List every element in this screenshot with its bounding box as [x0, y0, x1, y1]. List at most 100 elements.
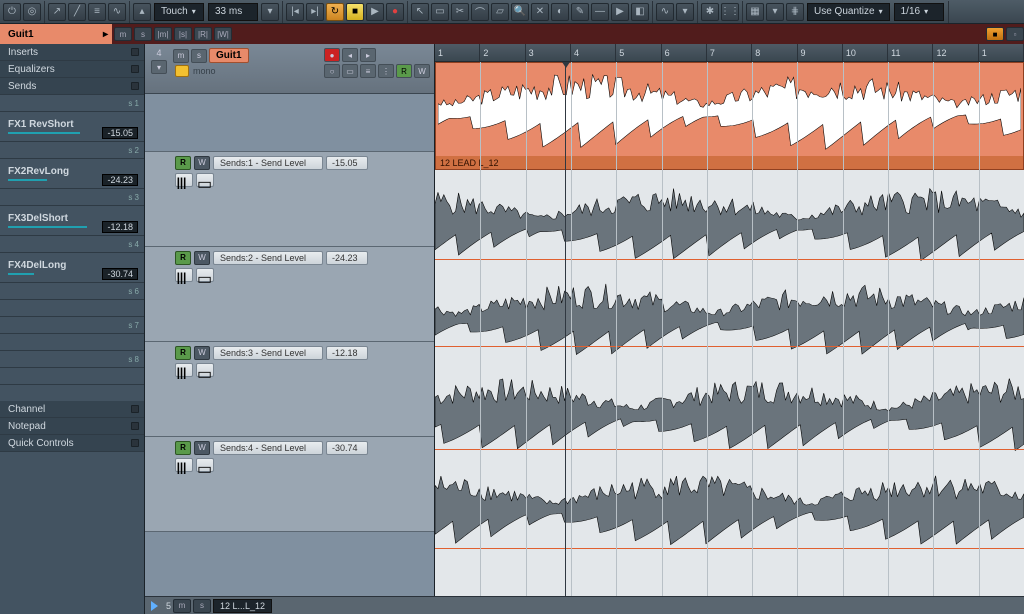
send-empty-body[interactable]	[0, 300, 144, 317]
lane-tool-a[interactable]: Ⅲ	[175, 458, 193, 472]
scroll-indicator-icon[interactable]	[151, 601, 158, 611]
write-auto-button[interactable]: W	[414, 64, 430, 78]
lock-button[interactable]: ≡	[360, 64, 376, 78]
automation-value[interactable]: -15.05	[326, 156, 368, 170]
read-auto-button[interactable]: R	[396, 64, 412, 78]
record-icon[interactable]: ●	[386, 3, 404, 21]
audio-clip[interactable]: 12 LEAD L_12	[435, 62, 1024, 170]
inspector-inserts[interactable]: Inserts	[0, 44, 144, 61]
track-solo-button[interactable]: s	[191, 49, 207, 63]
automation-value[interactable]: -30.74	[326, 441, 368, 455]
glue-icon[interactable]: ⌒	[471, 3, 489, 21]
send-fx2[interactable]: FX2RevLong -24.23	[0, 159, 144, 189]
automation-lane[interactable]	[435, 177, 1024, 272]
menu-button[interactable]: ▸	[360, 48, 376, 62]
tool-curve-icon[interactable]: ∿	[108, 3, 126, 21]
automation-lane[interactable]	[435, 272, 1024, 367]
bottom-clip-name[interactable]: 12 L...L_12	[213, 599, 272, 613]
range-tool-icon[interactable]: ▭	[431, 3, 449, 21]
track-header[interactable]: 4 ▾ m s Guit1 mono ● ◂ ▸	[145, 44, 434, 94]
automation-lane-header[interactable]: R W Sends:1 - Send Level -15.05 Ⅲ ▭	[145, 152, 434, 247]
lane-tool-a[interactable]: Ⅲ	[175, 363, 193, 377]
automation-value[interactable]: -24.23	[326, 251, 368, 265]
read-button[interactable]: R	[175, 346, 191, 360]
inspector-quick-controls[interactable]: Quick Controls	[0, 435, 144, 452]
dropdown-icon[interactable]: ▾	[676, 3, 694, 21]
mute-tool-icon[interactable]: ✕	[531, 3, 549, 21]
automation-parameter[interactable]: Sends:3 - Send Level	[213, 346, 323, 360]
ruler[interactable]: 1234567891011121	[435, 44, 1024, 62]
transport-end-icon[interactable]: ▸|	[306, 3, 324, 21]
quantize-value-select[interactable]: 1/16	[894, 3, 944, 21]
monitor-button[interactable]: ◂	[342, 48, 358, 62]
lane-tool-a[interactable]: Ⅲ	[175, 268, 193, 282]
automation-up-icon[interactable]: ▴	[133, 3, 151, 21]
grid-icon[interactable]: ▦	[746, 3, 764, 21]
read-button[interactable]: R	[175, 156, 191, 170]
track-name-label[interactable]: Guit1	[209, 48, 249, 63]
send-fx4[interactable]: FX4DelLong -30.74	[0, 253, 144, 283]
timewarp-icon[interactable]: ◐	[551, 3, 569, 21]
bottom-solo[interactable]: s	[193, 599, 211, 613]
send-empty-slot[interactable]: s 7	[0, 317, 144, 334]
automation-lane-header[interactable]: R W Sends:2 - Send Level -24.23 Ⅲ ▭	[145, 247, 434, 342]
track-expand-icon[interactable]: ▾	[151, 60, 167, 74]
inspector-channel[interactable]: Channel	[0, 401, 144, 418]
lane-tool-a[interactable]: Ⅲ	[175, 173, 193, 187]
lane-tool-b[interactable]: ▭	[196, 268, 214, 282]
line-tool-icon[interactable]: —	[591, 3, 609, 21]
automation-parameter[interactable]: Sends:1 - Send Level	[213, 156, 323, 170]
tool-line-icon[interactable]: ╱	[68, 3, 86, 21]
play-icon[interactable]: ▶	[366, 3, 384, 21]
automation-lane-header[interactable]: R W Sends:3 - Send Level -12.18 Ⅲ ▭	[145, 342, 434, 437]
bottom-mute[interactable]: m	[173, 599, 191, 613]
send-fx3[interactable]: FX3DelShort -12.18	[0, 206, 144, 236]
wave-icon[interactable]: ∿	[656, 3, 674, 21]
arrange-area[interactable]: 1234567891011121 12 LEAD L_12	[435, 44, 1024, 614]
automation-lane-header[interactable]: R W Sends:4 - Send Level -30.74 Ⅲ ▭	[145, 437, 434, 532]
tool-split-icon[interactable]: ≡	[88, 3, 106, 21]
inspector-notepad[interactable]: Notepad	[0, 418, 144, 435]
arrow-tool-icon[interactable]: ↖	[411, 3, 429, 21]
automation-lane[interactable]	[435, 462, 1024, 557]
indicator-a[interactable]: ■	[986, 27, 1004, 41]
write-button[interactable]: W	[194, 346, 210, 360]
record-enable-button[interactable]: ●	[324, 48, 340, 62]
scissors-icon[interactable]: ✂	[451, 3, 469, 21]
zoom-icon[interactable]: 🔍	[511, 3, 529, 21]
send-empty-body[interactable]	[0, 334, 144, 351]
selected-track-name[interactable]: Guit1	[0, 24, 112, 44]
write-button[interactable]: W	[194, 441, 210, 455]
lanes-button[interactable]: ⋮	[378, 64, 394, 78]
lane-tool-b[interactable]: ▭	[196, 173, 214, 187]
input-button[interactable]: ○	[324, 64, 340, 78]
inspector-equalizers[interactable]: Equalizers	[0, 61, 144, 78]
freeze-button[interactable]: ▭	[342, 64, 358, 78]
quantize-select[interactable]: Use Quantize	[807, 3, 890, 21]
color-tool-icon[interactable]: ◧	[631, 3, 649, 21]
solo-button[interactable]: s	[134, 27, 152, 41]
automation-lane[interactable]	[435, 367, 1024, 462]
target-icon[interactable]: ◎	[23, 3, 41, 21]
automation-value[interactable]: -12.18	[326, 346, 368, 360]
lane-tool-b[interactable]: ▭	[196, 363, 214, 377]
inspector-sends[interactable]: Sends	[0, 78, 144, 95]
power-icon[interactable]: ⏻	[3, 3, 21, 21]
indicator-b[interactable]: ▫	[1006, 27, 1024, 41]
draw-tool-icon[interactable]: ✎	[571, 3, 589, 21]
automation-down-icon[interactable]: ▾	[261, 3, 279, 21]
send-fx1[interactable]: FX1 RevShort -15.05	[0, 112, 144, 142]
snap-icon[interactable]: ✱	[701, 3, 719, 21]
grid-type-icon[interactable]: ⋕	[786, 3, 804, 21]
send-empty-slot[interactable]: s 8	[0, 351, 144, 368]
write-button[interactable]: W	[194, 156, 210, 170]
write-button[interactable]: W	[194, 251, 210, 265]
send-empty-body[interactable]	[0, 368, 144, 385]
snap-type-icon[interactable]: ⋮⋮	[721, 3, 739, 21]
mute-button[interactable]: m	[114, 27, 132, 41]
read-button[interactable]: R	[175, 441, 191, 455]
read-button[interactable]: R	[175, 251, 191, 265]
send-empty-slot[interactable]: s 6	[0, 283, 144, 300]
playhead[interactable]	[565, 62, 566, 614]
automation-mode-select[interactable]: Touch	[154, 3, 204, 21]
